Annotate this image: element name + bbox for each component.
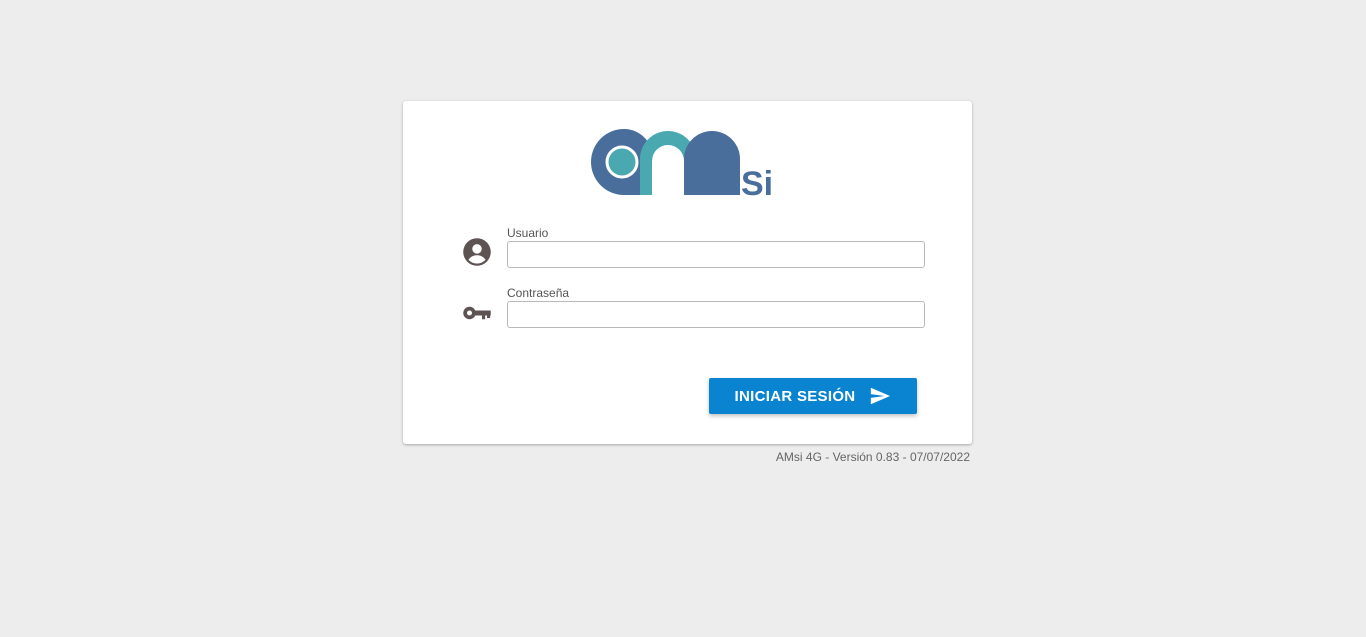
svg-text:Si: Si: [741, 165, 773, 197]
password-label: Contraseña: [507, 286, 570, 300]
user-circle-icon: [463, 238, 491, 266]
send-icon: [871, 387, 891, 405]
login-button-label: INICIAR SESIÓN: [734, 387, 856, 405]
password-input[interactable]: [507, 301, 925, 328]
login-card: Si Usuario Contraseña INICIAR SESIÓN: [403, 101, 972, 444]
key-icon: [463, 306, 491, 320]
login-button[interactable]: INICIAR SESIÓN: [709, 378, 917, 414]
version-info: AMsi 4G - Versión 0.83 - 07/07/2022: [775, 450, 970, 464]
username-input[interactable]: [507, 241, 925, 268]
amsi-logo: Si: [591, 128, 773, 197]
username-label: Usuario: [507, 226, 549, 240]
